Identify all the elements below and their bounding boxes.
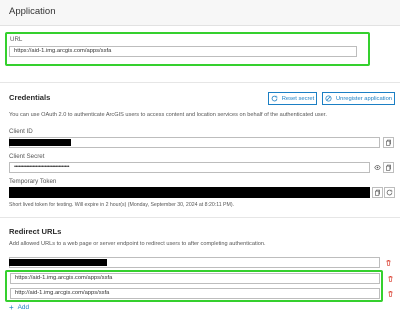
refresh-icon [386,189,393,196]
temporary-token-label: Temporary Token [9,178,57,185]
client-id-redaction [9,139,71,146]
application-title: Application [9,6,56,17]
delete-redirect-url-button[interactable] [385,288,396,299]
copy-icon [386,139,391,146]
redirect-url-field[interactable]: http://aid-1.img.arcgis.com/apps/ssfa [10,288,380,299]
copy-icon [375,189,380,196]
plus-icon: + [9,302,14,312]
url-label: URL [10,36,23,43]
client-id-label: Client ID [9,128,33,135]
redirect-url-field[interactable]: https://aid-1.img.arcgis.com/apps/ssfa [10,273,380,284]
toggle-secret-visibility-button[interactable] [372,162,383,173]
reset-secret-label: Reset secret [281,95,315,102]
credentials-description: You can use OAuth 2.0 to authenticate Ar… [9,112,327,118]
reset-secret-button[interactable]: Reset secret [268,92,317,105]
section-divider [0,82,400,83]
url-input[interactable]: https://aid-1.img.arcgis.com/apps/ssfa [9,46,357,57]
token-expiry-note: Short lived token for testing. Will expi… [9,202,234,208]
credentials-title: Credentials [9,93,51,102]
redirect-urls-description: Add allowed URLs to a web page or server… [9,241,266,247]
copy-icon [386,164,391,171]
trash-icon [388,276,393,282]
section-divider [0,217,400,218]
copy-client-secret-button[interactable] [383,162,394,173]
temporary-token-redaction [9,187,370,198]
add-label: Add [17,304,30,311]
copy-token-button[interactable] [372,187,383,198]
delete-redirect-url-button[interactable] [383,257,394,268]
client-secret-field[interactable]: •••••••••••••••••••••••••••••••••••• [9,162,370,173]
unregister-application-button[interactable]: Unregister application [322,92,395,105]
redirect-url-redaction [9,259,107,266]
client-secret-label: Client Secret [9,153,45,160]
add-redirect-url-button[interactable]: + Add [9,302,30,312]
refresh-token-button[interactable] [384,187,395,198]
trash-icon [386,260,391,266]
refresh-icon [271,95,278,102]
trash-icon [388,291,393,297]
unregister-application-label: Unregister application [335,95,393,102]
delete-redirect-url-button[interactable] [385,273,396,284]
copy-client-id-button[interactable] [383,137,394,148]
eye-icon [374,165,381,170]
redirect-urls-title: Redirect URLs [9,227,62,236]
application-header: Application [0,0,400,26]
block-icon [325,95,332,102]
